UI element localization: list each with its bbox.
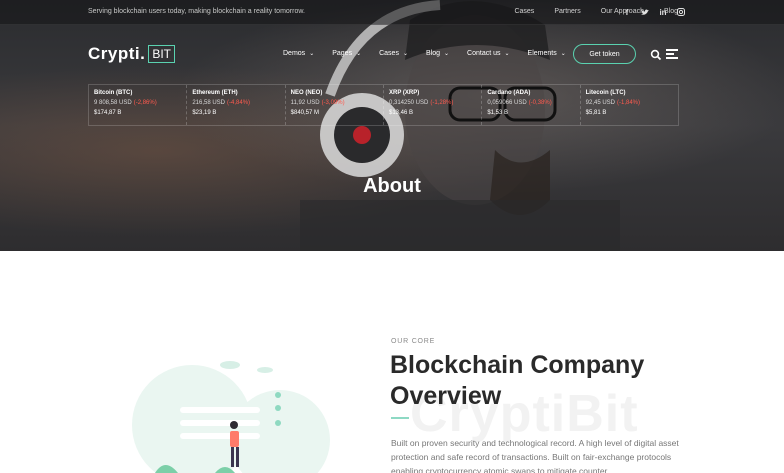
hamburger-menu-icon[interactable] bbox=[666, 49, 678, 59]
instagram-icon[interactable] bbox=[677, 6, 685, 18]
headline-accent-divider bbox=[391, 417, 409, 419]
coin-change: (-1,84%) bbox=[617, 100, 641, 106]
chevron-down-icon: ⌄ bbox=[560, 51, 566, 57]
coin-price: 92,45 USD (-1,84%) bbox=[585, 100, 641, 106]
nav-item-demos[interactable]: Demos ⌄ bbox=[283, 50, 314, 57]
logo-text: Crypti. bbox=[88, 44, 146, 63]
linkedin-icon[interactable]: in bbox=[659, 6, 667, 18]
main-nav: Demos ⌄ Pages ⌄ Cases ⌄ Blog ⌄ Contact us ⌄ E… bbox=[283, 50, 584, 57]
coin-price: 9 808,58 USD (-2,86%) bbox=[94, 100, 157, 106]
nav-item-blog[interactable]: Blog ⌄ bbox=[426, 50, 449, 57]
section-body-text: Built on proven security and technologic… bbox=[391, 438, 679, 473]
ticker-item-ada[interactable]: Cardano (ADA) 0,059066 USD (-0,38%) $1,53… bbox=[482, 85, 581, 125]
coin-market-cap: $840,57 M bbox=[290, 110, 320, 116]
coin-price: 11,92 USD (-3,09%) bbox=[290, 100, 345, 106]
coin-name: Bitcoin (BTC) bbox=[94, 90, 133, 96]
nav-item-label: Pages bbox=[332, 50, 353, 57]
social-links: f in bbox=[623, 6, 685, 18]
nav-item-cases[interactable]: Cases ⌄ bbox=[379, 50, 408, 57]
nav-item-contact-us[interactable]: Contact us ⌄ bbox=[467, 50, 510, 57]
nav-item-elements[interactable]: Elements ⌄ bbox=[528, 50, 566, 57]
chevron-down-icon: ⌄ bbox=[444, 51, 450, 57]
blockchain-illustration bbox=[132, 361, 330, 473]
hero-banner: Serving blockchain users today, making b… bbox=[0, 0, 784, 251]
chevron-down-icon: ⌄ bbox=[402, 51, 408, 57]
topbar-link-cases[interactable]: Cases bbox=[514, 8, 534, 15]
coin-market-cap: $13,46 B bbox=[388, 110, 414, 116]
nav-item-label: Cases bbox=[379, 50, 399, 57]
coin-change: (-4,84%) bbox=[227, 100, 251, 106]
nav-item-pages[interactable]: Pages ⌄ bbox=[332, 50, 361, 57]
nav-item-label: Blog bbox=[425, 50, 440, 57]
nav-item-label: Contact us bbox=[467, 50, 501, 57]
coin-market-cap: $1,53 B bbox=[487, 110, 508, 116]
chevron-down-icon: ⌄ bbox=[504, 51, 510, 57]
coin-name: XRP (XRP) bbox=[388, 90, 420, 96]
topbar-link-partners[interactable]: Partners bbox=[554, 8, 580, 15]
chevron-down-icon: ⌄ bbox=[356, 51, 362, 57]
facebook-icon[interactable]: f bbox=[623, 6, 631, 18]
nav-item-label: Demos bbox=[283, 50, 306, 57]
get-token-button[interactable]: Get token bbox=[573, 44, 636, 64]
coin-price: 216,58 USD (-4,84%) bbox=[192, 100, 251, 106]
topbar-tagline: Serving blockchain users today, making b… bbox=[88, 8, 305, 15]
coin-change: (-2,86%) bbox=[133, 100, 157, 106]
coin-market-cap: $23,19 B bbox=[192, 110, 217, 116]
coin-change: (-0,38%) bbox=[528, 100, 552, 106]
coin-change: (-1,28%) bbox=[430, 100, 454, 106]
search-icon[interactable] bbox=[650, 48, 662, 61]
coin-market-cap: $5,81 B bbox=[585, 110, 607, 116]
crypto-ticker: Bitcoin (BTC) 9 808,58 USD (-2,86%) $174,… bbox=[88, 84, 679, 126]
coin-price: 0,314250 USD (-1,28%) bbox=[388, 100, 454, 106]
ticker-item-ltc[interactable]: Litecoin (LTC) 92,45 USD (-1,84%) $5,81 B bbox=[581, 85, 678, 125]
ticker-item-xrp[interactable]: XRP (XRP) 0,314250 USD (-1,28%) $13,46 B bbox=[384, 85, 483, 125]
logo-badge: BIT bbox=[148, 45, 176, 63]
ticker-item-btc[interactable]: Bitcoin (BTC) 9 808,58 USD (-2,86%) $174,… bbox=[89, 85, 188, 125]
section-headline: Blockchain Company Overview bbox=[390, 351, 645, 410]
coin-market-cap: $174,87 B bbox=[94, 110, 122, 116]
section-eyebrow: OUR CORE bbox=[391, 338, 436, 345]
ticker-item-neo[interactable]: NEO (NEO) 11,92 USD (-3,09%) $840,57 M bbox=[286, 85, 384, 125]
coin-name: Cardano (ADA) bbox=[487, 90, 531, 96]
ticker-item-eth[interactable]: Ethereum (ETH) 216,58 USD (-4,84%) $23,19… bbox=[187, 85, 286, 125]
coin-price: 0,059066 USD (-0,38%) bbox=[487, 100, 552, 106]
coin-name: NEO (NEO) bbox=[290, 90, 323, 96]
nav-item-label: Elements bbox=[527, 50, 557, 57]
page-title: About bbox=[363, 175, 421, 197]
coin-change: (-3,09%) bbox=[321, 100, 345, 106]
twitter-icon[interactable] bbox=[641, 6, 649, 18]
site-logo[interactable]: Crypti. BIT bbox=[88, 44, 176, 64]
coin-name: Ethereum (ETH) bbox=[192, 90, 238, 96]
coin-name: Litecoin (LTC) bbox=[585, 90, 626, 96]
top-bar: Serving blockchain users today, making b… bbox=[0, 0, 784, 25]
chevron-down-icon: ⌄ bbox=[309, 51, 315, 57]
